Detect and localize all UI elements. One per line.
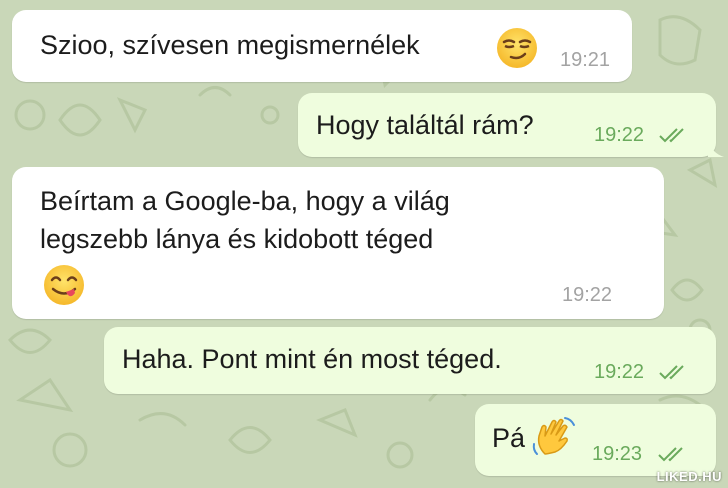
face-savoring-food-icon	[44, 265, 84, 305]
smirking-face-icon	[497, 28, 537, 68]
double-check-read-icon	[659, 365, 684, 380]
message-text-line: legszebb lánya és kidobott téged	[40, 224, 434, 254]
message-text: Pá	[492, 423, 526, 453]
message-bubble-incoming[interactable]: Szioo, szívesen megismernélek 19:21	[12, 10, 632, 82]
message-text-line: Beírtam a Google-ba, hogy a világ	[40, 186, 450, 216]
message-time: 19:22	[594, 124, 645, 146]
message-bubble-incoming[interactable]: Beírtam a Google-ba, hogy a világ legsze…	[12, 167, 664, 319]
watermark-logo: LIKED.HU	[656, 469, 722, 484]
message-time: 19:22	[562, 284, 613, 306]
message-time: 19:22	[594, 361, 645, 383]
double-check-read-icon	[659, 128, 684, 143]
message-text: Szioo, szívesen megismernélek	[40, 30, 420, 60]
waving-hand-icon	[532, 417, 575, 455]
bubble-tail	[708, 141, 724, 157]
double-check-read-icon	[658, 447, 683, 462]
message-text: Hogy találtál rám?	[316, 110, 534, 140]
message-bubble-outgoing[interactable]: Hogy találtál rám? 19:22	[298, 93, 724, 157]
message-text: Haha. Pont mint én most téged.	[122, 344, 502, 374]
message-time: 19:21	[560, 49, 611, 71]
message-bubble-outgoing[interactable]: Haha. Pont mint én most téged. 19:22	[104, 327, 716, 394]
message-time: 19:23	[592, 443, 643, 465]
message-bubble-outgoing[interactable]: Pá 19:23	[475, 404, 716, 476]
